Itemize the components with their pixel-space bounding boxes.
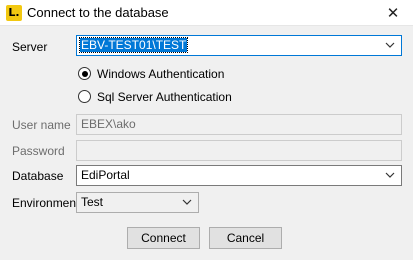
app-icon: L. — [6, 5, 22, 21]
environment-select[interactable]: Test — [76, 192, 199, 213]
password-field[interactable] — [76, 140, 402, 161]
server-combobox[interactable]: EBV-TEST01\TEST — [76, 35, 402, 56]
chevron-down-icon[interactable] — [182, 199, 192, 206]
windows-auth-label[interactable]: Windows Authentication — [97, 66, 224, 82]
username-field[interactable]: EBEX\ako — [76, 114, 402, 135]
username-value: EBEX\ako — [81, 117, 136, 131]
environment-label: Environment — [12, 196, 80, 210]
window-title: Connect to the database — [27, 5, 169, 20]
sql-auth-radio[interactable] — [78, 90, 91, 103]
server-value: EBV-TEST01\TEST — [78, 37, 189, 53]
environment-value: Test — [81, 195, 104, 209]
chevron-down-icon[interactable] — [385, 42, 395, 49]
database-combobox[interactable]: EdiPortal — [76, 165, 402, 186]
password-label: Password — [12, 144, 65, 158]
username-label: User name — [12, 118, 71, 132]
chevron-down-icon[interactable] — [385, 172, 395, 179]
connect-button[interactable]: Connect — [127, 227, 200, 249]
title-bar: L. Connect to the database ✕ — [0, 0, 413, 26]
server-label: Server — [12, 40, 48, 54]
close-icon[interactable]: ✕ — [373, 0, 413, 26]
sql-auth-label[interactable]: Sql Server Authentication — [97, 89, 232, 105]
cancel-button[interactable]: Cancel — [209, 227, 282, 249]
database-value: EdiPortal — [81, 168, 130, 182]
windows-auth-radio[interactable] — [78, 67, 91, 80]
database-label: Database — [12, 169, 64, 183]
